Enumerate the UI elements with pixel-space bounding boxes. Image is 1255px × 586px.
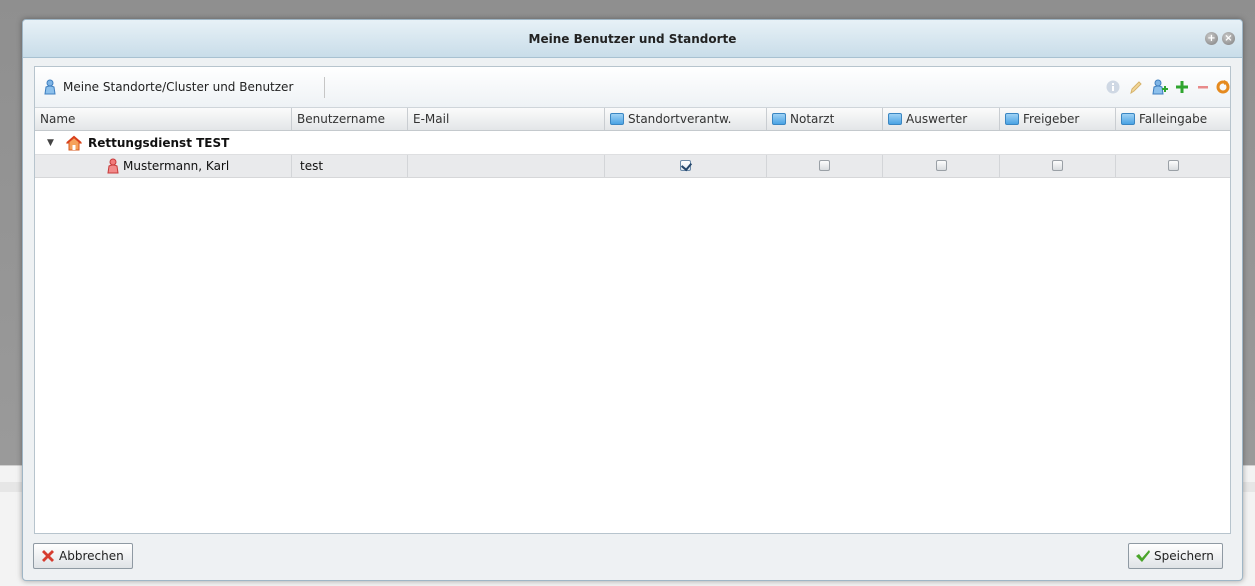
panel-title: Meine Standorte/Cluster und Benutzer [63,80,294,94]
save-check-icon [1135,548,1151,564]
cancel-x-icon [40,548,56,564]
cell-falleingabe [1116,155,1230,177]
info-icon[interactable] [1105,79,1121,95]
users-tree-grid-panel: Meine Standorte/Cluster und Benutzer Nam… [34,66,1231,534]
column-header-falleingabe[interactable]: Falleingabe [1116,108,1230,130]
comment-icon [772,113,786,125]
dialog-add-icon[interactable]: + [1205,32,1218,45]
comment-icon [1005,113,1019,125]
add-user-icon[interactable] [1152,79,1168,95]
users-locations-dialog: Meine Benutzer und Standorte + × Meine S… [22,19,1243,581]
cell-email [408,155,605,177]
cell-standortverantw [605,155,767,177]
checkbox-falleingabe[interactable] [1168,160,1179,171]
panel-toolbar: Meine Standorte/Cluster und Benutzer [35,67,1230,107]
column-header-standortverantw[interactable]: Standortverantw. [605,108,767,130]
toolbar-separator [324,77,325,98]
user-name: Mustermann, Karl [123,159,230,173]
tree-group-row[interactable]: ▼ Rettungsdienst TEST [35,132,1230,154]
checkbox-standortverantw[interactable] [680,160,691,171]
group-label: Rettungsdienst TEST [88,136,230,150]
cell-notarzt [767,155,883,177]
cancel-button[interactable]: Abbrechen [33,543,133,569]
column-header-username[interactable]: Benutzername [292,108,408,130]
grid-header: Name Benutzername E-Mail Standortverantw… [35,107,1230,131]
cell-auswerter [883,155,1000,177]
remove-icon[interactable] [1195,79,1211,95]
checkbox-notarzt[interactable] [819,160,830,171]
column-header-freigeber[interactable]: Freigeber [1000,108,1116,130]
dialog-title: Meine Benutzer und Standorte [528,32,737,46]
save-button[interactable]: Speichern [1128,543,1223,569]
table-row[interactable]: Mustermann, Karl test [35,154,1230,178]
cell-username: test [292,155,408,177]
edit-pencil-icon[interactable] [1128,79,1144,95]
column-header-email[interactable]: E-Mail [408,108,605,130]
expand-arrow-icon[interactable]: ▼ [47,132,54,154]
dialog-close-icon[interactable]: × [1222,32,1235,45]
column-header-notarzt[interactable]: Notarzt [767,108,883,130]
comment-icon [888,113,902,125]
column-header-name[interactable]: Name [35,108,292,130]
checkbox-auswerter[interactable] [936,160,947,171]
person-blue-icon [44,79,56,95]
checkbox-freigeber[interactable] [1052,160,1063,171]
comment-icon [1121,113,1135,125]
dialog-titlebar[interactable]: Meine Benutzer und Standorte + × [23,20,1242,58]
person-red-icon [107,158,119,174]
cell-freigeber [1000,155,1116,177]
add-icon[interactable] [1174,79,1190,95]
column-header-auswerter[interactable]: Auswerter [883,108,1000,130]
comment-icon [610,113,624,125]
cell-name: Mustermann, Karl [35,155,292,177]
refresh-icon[interactable] [1215,79,1231,95]
house-icon [66,135,82,151]
